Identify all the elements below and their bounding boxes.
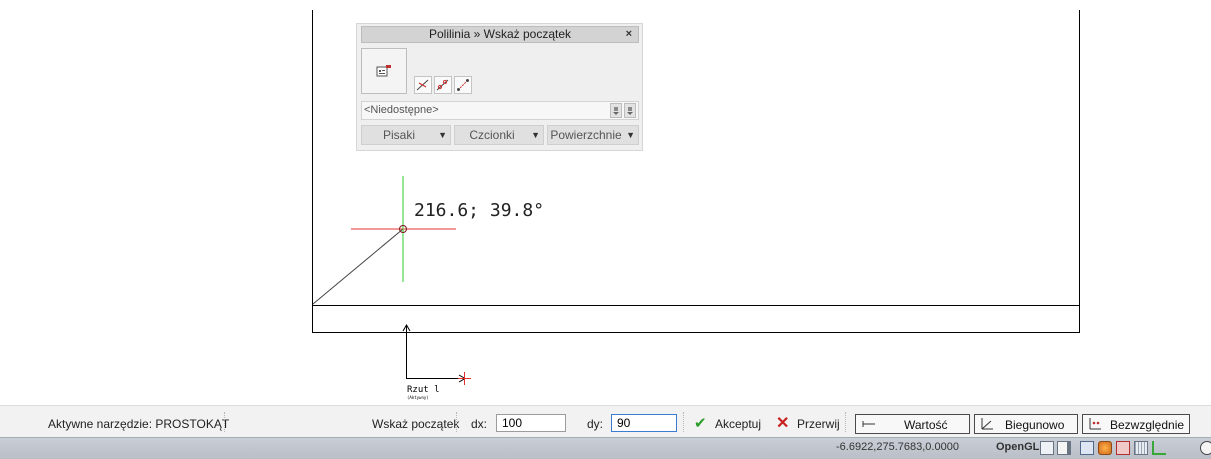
- zoom-icon[interactable]: [1200, 441, 1211, 455]
- separator: [224, 412, 225, 432]
- coordinates-readout: -6.6922,275.7683,0.0000: [836, 441, 959, 453]
- snap-mode-button-2[interactable]: [434, 76, 452, 94]
- tool-properties-button[interactable]: [361, 48, 407, 94]
- cursor-readout: 216.6; 39.8°: [414, 200, 544, 221]
- polar-angle-icon: [981, 418, 993, 430]
- dx-label: dx:: [471, 417, 488, 431]
- snap-mode-button-3[interactable]: [454, 76, 472, 94]
- arrow-down-small-icon: [627, 106, 633, 115]
- snap-mode-button-1[interactable]: [414, 76, 432, 94]
- layers-icon[interactable]: [1098, 441, 1112, 455]
- palette-title: Polilinia » Wskaż początek: [428, 27, 572, 41]
- close-icon[interactable]: ×: [626, 27, 632, 42]
- fonts-dropdown[interactable]: Czcionki ▼: [454, 125, 544, 145]
- properties-icon: [376, 65, 391, 77]
- polyline-tool-palette: Polilinia » Wskaż początek × <Niedostępn…: [356, 23, 643, 151]
- dx-input[interactable]: 100: [496, 414, 566, 432]
- dy-input[interactable]: 90: [611, 414, 677, 432]
- select-up-button[interactable]: [610, 103, 622, 118]
- snap-icon[interactable]: [1116, 441, 1130, 455]
- palette-layer-select[interactable]: <Niedostępne>: [361, 101, 639, 120]
- surfaces-dropdown[interactable]: Powierzchnie ▼: [547, 125, 639, 145]
- pens-dropdown-label: Pisaki: [382, 128, 415, 142]
- line-node-icon: [436, 79, 449, 91]
- surfaces-dropdown-label: Powierzchnie: [550, 128, 622, 142]
- absolute-coords-icon: [1089, 418, 1101, 430]
- chevron-down-icon: ▼: [531, 130, 540, 140]
- palette-layer-select-value: <Niedostępne>: [364, 104, 439, 116]
- window-icon[interactable]: [1040, 441, 1054, 455]
- value-mode-button[interactable]: Wartość: [855, 414, 970, 434]
- command-input-bar: Aktywne narzędzie: PROSTOKĄT Wskaż począ…: [0, 405, 1211, 438]
- view-label: Rzut l: [407, 385, 440, 395]
- absolute-mode-button[interactable]: Bezwzględnie: [1082, 414, 1190, 434]
- separator: [845, 412, 846, 432]
- arrow-down-small-icon: [613, 106, 619, 115]
- separator: [683, 412, 684, 432]
- palette-title-bar[interactable]: Polilinia » Wskaż początek ×: [361, 26, 639, 43]
- line-mark-icon: [416, 79, 429, 91]
- chevron-down-icon: ▼: [626, 130, 635, 140]
- polar-mode-button[interactable]: Biegunowo: [974, 414, 1078, 434]
- dimension-icon: [862, 421, 875, 427]
- viewport-icon[interactable]: [1080, 441, 1094, 455]
- view-sublabel: (Aktywny): [407, 395, 429, 400]
- bottom-status-tray: -6.6922,275.7683,0.0000 OpenGL: [0, 437, 1211, 459]
- separator: [456, 412, 457, 432]
- cancel-icon[interactable]: ✕: [776, 413, 789, 433]
- prompt-label: Wskaż początek: [372, 417, 460, 431]
- pens-dropdown[interactable]: Pisaki ▼: [361, 125, 451, 145]
- absolute-mode-label: Bezwzględnie: [1110, 418, 1185, 432]
- polar-mode-label: Biegunowo: [1005, 418, 1065, 432]
- active-tool-label: Aktywne narzędzie: PROSTOKĄT: [48, 417, 230, 431]
- accept-button[interactable]: Akceptuj: [715, 417, 761, 431]
- dy-label: dy:: [587, 417, 604, 431]
- grid-icon[interactable]: [1134, 441, 1148, 455]
- line-endpoints-icon: [457, 79, 469, 91]
- fonts-dropdown-label: Czcionki: [469, 128, 515, 142]
- polyline-preview-segment: [312, 228, 404, 305]
- cancel-button[interactable]: Przerwij: [797, 417, 840, 431]
- chevron-down-icon: ▼: [438, 130, 447, 140]
- layout-icon[interactable]: [1057, 441, 1071, 455]
- value-mode-label: Wartość: [904, 418, 948, 432]
- renderer-label[interactable]: OpenGL: [996, 441, 1039, 453]
- ortho-icon[interactable]: [1152, 441, 1166, 455]
- checkmark-icon[interactable]: ✔: [694, 414, 707, 432]
- select-down-button[interactable]: [624, 103, 636, 118]
